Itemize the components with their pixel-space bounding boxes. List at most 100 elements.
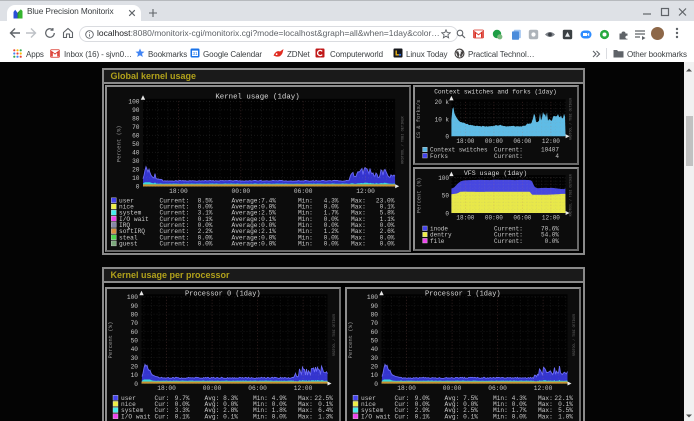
svg-text:0: 0 xyxy=(374,381,378,388)
svg-text:Current:: Current: xyxy=(494,153,523,160)
svg-text:00:00: 00:00 xyxy=(203,385,222,392)
svg-text:Min:: Min: xyxy=(298,241,313,248)
svg-text:1.0%: 1.0% xyxy=(558,413,573,420)
svg-text:Percent (%): Percent (%) xyxy=(116,125,123,162)
svg-text:10: 10 xyxy=(131,372,139,379)
svg-text:1.3%: 1.3% xyxy=(318,413,333,420)
svg-text:60: 60 xyxy=(132,133,140,140)
svg-text:50: 50 xyxy=(132,141,140,148)
svg-text:90: 90 xyxy=(371,303,379,310)
svg-text:20: 20 xyxy=(371,364,379,371)
svg-text:guest: guest xyxy=(119,241,138,248)
svg-text:Max:: Max: xyxy=(298,413,313,420)
svg-text:06:00: 06:00 xyxy=(488,385,507,392)
svg-text:60: 60 xyxy=(131,329,139,336)
svg-text:50: 50 xyxy=(131,338,139,345)
svg-text:70: 70 xyxy=(371,320,379,327)
svg-text:0.0%: 0.0% xyxy=(380,241,395,248)
svg-text:Percent (%): Percent (%) xyxy=(417,178,423,214)
svg-text:Percent (%): Percent (%) xyxy=(347,322,354,359)
svg-text:80: 80 xyxy=(132,116,140,123)
svg-text:30: 30 xyxy=(371,355,379,362)
svg-text:12:00: 12:00 xyxy=(356,188,375,195)
svg-text:0.0%: 0.0% xyxy=(272,413,287,420)
svg-text:30: 30 xyxy=(131,355,139,362)
svg-text:90: 90 xyxy=(131,303,139,310)
svg-text:18:00: 18:00 xyxy=(456,215,474,222)
svg-text:40: 40 xyxy=(132,150,140,157)
svg-text:70: 70 xyxy=(131,320,139,327)
svg-text:RRDTOOL / TOBI OETIKER: RRDTOOL / TOBI OETIKER xyxy=(572,314,576,356)
svg-text:12:00: 12:00 xyxy=(542,138,560,145)
svg-text:0.1%: 0.1% xyxy=(463,413,478,420)
svg-text:CS & forks/s: CS & forks/s xyxy=(416,100,422,139)
svg-text:18:00: 18:00 xyxy=(456,138,474,145)
svg-text:0.0%: 0.0% xyxy=(198,241,213,248)
svg-text:06:00: 06:00 xyxy=(513,215,531,222)
svg-text:100: 100 xyxy=(367,294,378,301)
svg-text:Current:: Current: xyxy=(160,241,190,248)
svg-text:Cur:: Cur: xyxy=(155,413,170,420)
svg-text:0.0%: 0.0% xyxy=(512,413,527,420)
svg-text:20: 20 xyxy=(131,364,139,371)
svg-text:0: 0 xyxy=(445,134,449,141)
svg-text:40: 40 xyxy=(131,346,139,353)
svg-text:Min:: Min: xyxy=(253,413,268,420)
svg-text:4: 4 xyxy=(555,153,559,160)
svg-text:file: file xyxy=(430,238,445,245)
svg-text:20: 20 xyxy=(132,167,140,174)
svg-text:Avg:: Avg: xyxy=(205,413,220,420)
svg-text:80: 80 xyxy=(371,311,379,318)
svg-text:RRDTOOL / TOBI OETIKER: RRDTOOL / TOBI OETIKER xyxy=(400,115,405,163)
svg-text:10: 10 xyxy=(132,175,140,182)
svg-text:0.0%: 0.0% xyxy=(261,241,276,248)
svg-text:RRDTOOL / TOBI OETIKER: RRDTOOL / TOBI OETIKER xyxy=(332,314,336,356)
svg-text:00:00: 00:00 xyxy=(443,385,462,392)
svg-text:10: 10 xyxy=(371,372,379,379)
svg-text:0.1%: 0.1% xyxy=(415,413,430,420)
svg-text:0.1%: 0.1% xyxy=(223,413,238,420)
svg-text:RRDTOOL / TOBI OETIKER: RRDTOOL / TOBI OETIKER xyxy=(569,98,573,140)
svg-text:30: 30 xyxy=(132,158,140,165)
svg-text:12:00: 12:00 xyxy=(294,385,313,392)
svg-text:80: 80 xyxy=(131,311,139,318)
svg-text:18:00: 18:00 xyxy=(169,188,188,195)
svg-text:Forks: Forks xyxy=(430,153,448,160)
svg-text:60: 60 xyxy=(371,329,379,336)
svg-text:06:00: 06:00 xyxy=(248,385,267,392)
svg-text:VFS usage (1day): VFS usage (1day) xyxy=(464,170,527,177)
svg-text:Min:: Min: xyxy=(493,413,508,420)
svg-text:Max:: Max: xyxy=(351,241,366,248)
svg-text:18:00: 18:00 xyxy=(157,385,176,392)
svg-text:0: 0 xyxy=(134,381,138,388)
svg-text:RRDTOOL / TOBI OETIKER: RRDTOOL / TOBI OETIKER xyxy=(569,174,573,216)
svg-text:50: 50 xyxy=(442,193,450,200)
svg-text:Cur:: Cur: xyxy=(395,413,410,420)
svg-text:I/O wait: I/O wait xyxy=(121,413,151,420)
svg-text:20 k: 20 k xyxy=(435,99,450,106)
svg-text:90: 90 xyxy=(132,107,140,114)
svg-text:06:00: 06:00 xyxy=(294,188,313,195)
svg-text:100: 100 xyxy=(128,99,139,106)
svg-text:00:00: 00:00 xyxy=(485,215,503,222)
svg-text:12:00: 12:00 xyxy=(534,385,553,392)
svg-text:00:00: 00:00 xyxy=(232,188,251,195)
svg-text:100: 100 xyxy=(438,175,449,182)
svg-text:Avg:: Avg: xyxy=(445,413,460,420)
svg-text:0.0%: 0.0% xyxy=(545,238,560,245)
svg-text:06:00: 06:00 xyxy=(513,138,531,145)
svg-text:Context switches and forks (1: Context switches and forks (1day) xyxy=(434,89,557,96)
svg-text:50: 50 xyxy=(371,338,379,345)
svg-text:Average:: Average: xyxy=(232,241,262,248)
svg-text:0: 0 xyxy=(136,184,140,191)
svg-text:Percent (%): Percent (%) xyxy=(107,322,114,359)
svg-text:0: 0 xyxy=(445,210,449,217)
svg-text:0.0%: 0.0% xyxy=(324,241,339,248)
svg-text:0.1%: 0.1% xyxy=(175,413,190,420)
svg-text:12:00: 12:00 xyxy=(542,215,560,222)
svg-text:70: 70 xyxy=(132,124,140,131)
svg-text:31: 31 xyxy=(192,51,198,56)
svg-text:Processor 1 (1day): Processor 1 (1day) xyxy=(425,291,501,299)
svg-text:10 k: 10 k xyxy=(435,116,450,123)
svg-text:Kernel usage (1day): Kernel usage (1day) xyxy=(215,93,299,101)
